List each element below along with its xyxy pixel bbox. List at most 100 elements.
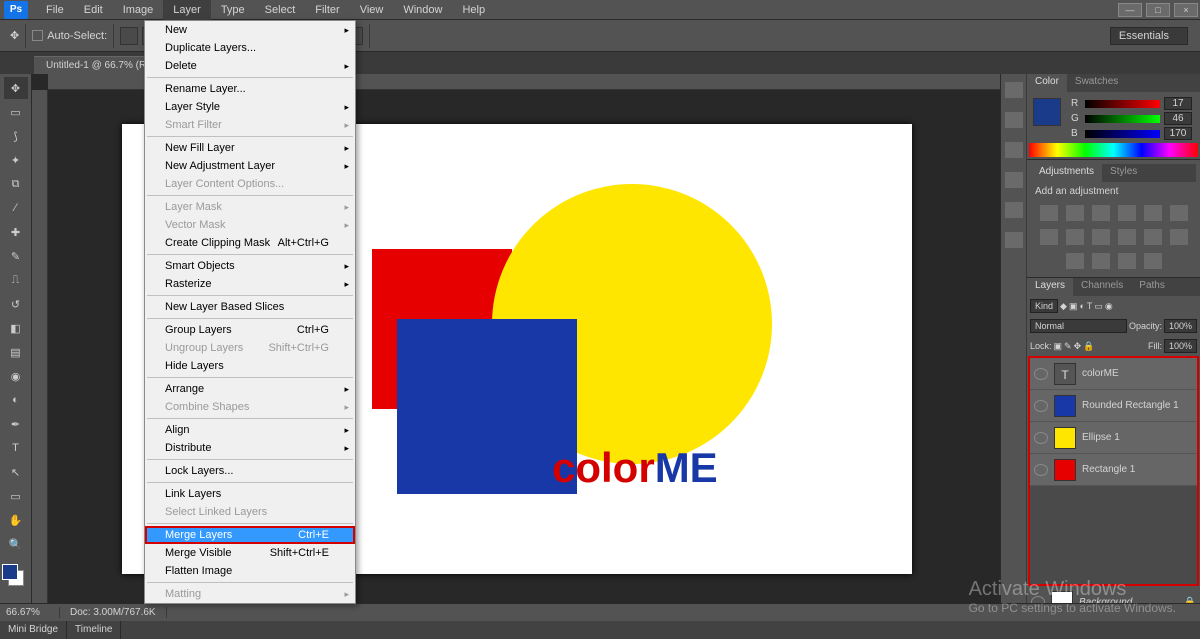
color-swatches[interactable] [2, 564, 24, 586]
g-value[interactable]: 46 [1164, 112, 1192, 125]
pen-tool[interactable]: ✒ [4, 413, 28, 435]
menu-layer[interactable]: Layer [163, 0, 211, 20]
visibility-toggle[interactable] [1034, 432, 1048, 444]
blend-mode-dd[interactable]: Normal [1030, 319, 1127, 333]
menu-item-merge-layers[interactable]: Merge LayersCtrl+E [145, 526, 355, 544]
menu-item-group-layers[interactable]: Group LayersCtrl+G [145, 321, 355, 339]
adj-icon[interactable] [1118, 253, 1136, 269]
g-slider[interactable] [1085, 115, 1160, 123]
menu-item-align[interactable]: Align [145, 421, 355, 439]
panel-icon[interactable] [1005, 82, 1023, 98]
adj-icon[interactable] [1066, 229, 1084, 245]
opacity-value[interactable]: 100% [1164, 319, 1197, 333]
menu-item-arrange[interactable]: Arrange [145, 380, 355, 398]
healing-tool[interactable]: ✚ [4, 221, 28, 243]
layer-row[interactable]: Rounded Rectangle 1 [1030, 390, 1197, 422]
adj-icon[interactable] [1170, 205, 1188, 221]
b-value[interactable]: 170 [1164, 127, 1192, 140]
foreground-swatch[interactable] [1033, 98, 1061, 126]
panel-icon[interactable] [1005, 232, 1023, 248]
adj-icon[interactable] [1118, 229, 1136, 245]
menu-select[interactable]: Select [255, 0, 306, 20]
close-button[interactable]: × [1174, 3, 1198, 17]
panel-icon[interactable] [1005, 142, 1023, 158]
minimize-button[interactable]: — [1118, 3, 1142, 17]
adj-icon[interactable] [1144, 229, 1162, 245]
menu-help[interactable]: Help [452, 0, 495, 20]
history-brush-tool[interactable]: ↺ [4, 293, 28, 315]
menu-item-merge-visible[interactable]: Merge VisibleShift+Ctrl+E [145, 544, 355, 562]
tab-color[interactable]: Color [1027, 74, 1067, 92]
r-slider[interactable] [1085, 100, 1160, 108]
tab-swatches[interactable]: Swatches [1067, 74, 1126, 92]
menu-item-rename-layer-[interactable]: Rename Layer... [145, 80, 355, 98]
menu-item-new-fill-layer[interactable]: New Fill Layer [145, 139, 355, 157]
menu-window[interactable]: Window [393, 0, 452, 20]
adj-icon[interactable] [1170, 229, 1188, 245]
fill-value[interactable]: 100% [1164, 339, 1197, 353]
eyedropper-tool[interactable]: ∕ [4, 197, 28, 219]
tab-timeline[interactable]: Timeline [67, 621, 121, 639]
panel-icon[interactable] [1005, 112, 1023, 128]
adj-icon[interactable] [1144, 253, 1162, 269]
tab-adjustments[interactable]: Adjustments [1031, 164, 1102, 182]
menu-item-smart-objects[interactable]: Smart Objects [145, 257, 355, 275]
marquee-tool[interactable]: ▭ [4, 101, 28, 123]
adj-icon[interactable] [1092, 229, 1110, 245]
adj-icon[interactable] [1040, 229, 1058, 245]
crop-tool[interactable]: ⧉ [4, 173, 28, 195]
shape-rectangle-blue[interactable] [397, 319, 577, 494]
adj-icon[interactable] [1092, 253, 1110, 269]
adj-icon[interactable] [1066, 253, 1084, 269]
menu-item-duplicate-layers-[interactable]: Duplicate Layers... [145, 39, 355, 57]
lasso-tool[interactable]: ⟆ [4, 125, 28, 147]
adj-icon[interactable] [1118, 205, 1136, 221]
wand-tool[interactable]: ✦ [4, 149, 28, 171]
brush-tool[interactable]: ✎ [4, 245, 28, 267]
menu-item-lock-layers-[interactable]: Lock Layers... [145, 462, 355, 480]
menu-item-new-layer-based-slices[interactable]: New Layer Based Slices [145, 298, 355, 316]
menu-item-create-clipping-mask[interactable]: Create Clipping MaskAlt+Ctrl+G [145, 234, 355, 252]
blur-tool[interactable]: ◉ [4, 365, 28, 387]
menu-item-new-adjustment-layer[interactable]: New Adjustment Layer [145, 157, 355, 175]
adj-icon[interactable] [1092, 205, 1110, 221]
type-tool[interactable]: T [4, 437, 28, 459]
menu-item-layer-style[interactable]: Layer Style [145, 98, 355, 116]
adj-icon[interactable] [1066, 205, 1084, 221]
tab-layers[interactable]: Layers [1027, 278, 1073, 296]
auto-select-checkbox[interactable] [32, 30, 43, 41]
shape-tool[interactable]: ▭ [4, 485, 28, 507]
menu-item-distribute[interactable]: Distribute [145, 439, 355, 457]
layer-row[interactable]: Ellipse 1 [1030, 422, 1197, 454]
layer-row[interactable]: T colorME [1030, 358, 1197, 390]
move-tool[interactable]: ✥ [4, 77, 28, 99]
color-spectrum[interactable] [1029, 143, 1198, 157]
path-tool[interactable]: ↖ [4, 461, 28, 483]
visibility-toggle[interactable] [1034, 368, 1048, 380]
panel-icon[interactable] [1005, 202, 1023, 218]
eraser-tool[interactable]: ◧ [4, 317, 28, 339]
visibility-toggle[interactable] [1034, 464, 1048, 476]
layer-row[interactable]: Rectangle 1 [1030, 454, 1197, 486]
adj-icon[interactable] [1040, 205, 1058, 221]
hand-tool[interactable]: ✋ [4, 509, 28, 531]
zoom-field[interactable]: 66.67% [0, 607, 60, 618]
logo-text[interactable]: colorME [552, 444, 718, 492]
visibility-toggle[interactable] [1034, 400, 1048, 412]
menu-item-link-layers[interactable]: Link Layers [145, 485, 355, 503]
tab-channels[interactable]: Channels [1073, 278, 1131, 296]
stamp-tool[interactable]: ⎍ [4, 269, 28, 291]
menu-view[interactable]: View [350, 0, 394, 20]
menu-file[interactable]: File [36, 0, 74, 20]
align-icon[interactable] [120, 27, 138, 45]
panel-icon[interactable] [1005, 172, 1023, 188]
tab-mini-bridge[interactable]: Mini Bridge [0, 621, 67, 639]
menu-item-flatten-image[interactable]: Flatten Image [145, 562, 355, 580]
dodge-tool[interactable]: ◐ [4, 389, 28, 411]
r-value[interactable]: 17 [1164, 97, 1192, 110]
menu-filter[interactable]: Filter [305, 0, 349, 20]
menu-item-hide-layers[interactable]: Hide Layers [145, 357, 355, 375]
workspace-dropdown[interactable]: Essentials [1110, 27, 1188, 45]
menu-image[interactable]: Image [113, 0, 164, 20]
menu-item-delete[interactable]: Delete [145, 57, 355, 75]
